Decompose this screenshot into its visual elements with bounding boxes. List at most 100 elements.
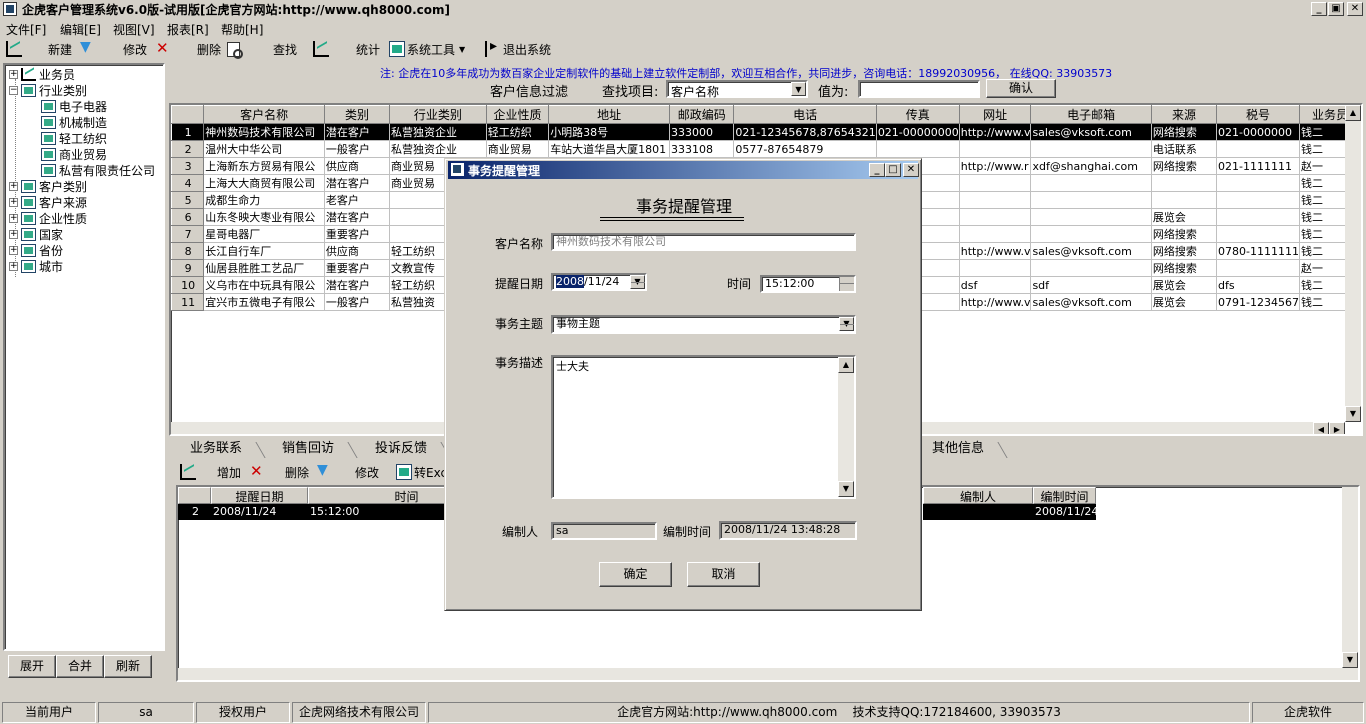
cell-type[interactable]: 一般客户 [323,140,391,158]
cell-rownum[interactable]: 9 [171,259,205,277]
cell-website[interactable] [958,174,1032,192]
tab-complaints[interactable]: 投诉反馈 [362,440,440,460]
cell-rownum[interactable]: 6 [171,208,205,226]
cell-name[interactable]: 上海新东方贸易有限公 [203,157,325,175]
cell-name[interactable]: 星哥电器厂 [203,225,325,243]
dialog-title-bar[interactable]: 事务提醒管理 _ □ ✕ [448,161,919,179]
tree-node-industry[interactable]: − 行业类别 [9,82,87,98]
cell-type[interactable]: 重要客户 [323,259,391,277]
sub-hscrollbar[interactable] [178,668,1358,680]
cell-website[interactable] [958,225,1032,243]
spinner-arrows-icon[interactable] [839,277,854,291]
menu-report[interactable]: 报表[R] [167,21,209,38]
cell-name[interactable]: 仙居县胜胜工艺品厂 [203,259,325,277]
expander-icon[interactable]: + [9,229,18,239]
cell-rownum[interactable]: 10 [171,276,205,294]
scroll-left-icon[interactable]: ◀ [1313,422,1329,434]
cell-email[interactable]: xdf@shanghai.com [1030,157,1152,175]
cell-source[interactable]: 网络搜索 [1150,157,1218,175]
scroll-up-icon[interactable]: ▲ [838,357,854,373]
cell-rownum[interactable]: 2 [171,140,205,158]
col-header-taxid[interactable]: 税号 [1216,105,1300,124]
cell-name[interactable]: 上海大大商贸有限公司 [203,174,325,192]
cell-website[interactable] [958,191,1032,209]
cell-taxid[interactable]: 021-0000000 [1216,123,1300,141]
cell-name[interactable]: 成都生命力 [203,191,325,209]
system-tools-button[interactable]: 系统工具 ▼ [389,40,465,58]
tab-sales-visit[interactable]: 销售回访 [269,440,347,460]
edit-button[interactable]: 修改 [123,39,171,58]
cell-source[interactable]: 展览会 [1150,276,1218,294]
cell-website[interactable]: http://www.v [958,242,1032,260]
tree-node-textile[interactable]: 轻工纺织 [41,130,107,146]
menu-file[interactable]: 文件[F] [6,21,46,38]
cell-website[interactable]: dsf [958,276,1032,294]
cell-type[interactable]: 老客户 [323,191,391,209]
collapse-icon[interactable]: − [9,85,18,95]
sub-delete-button[interactable]: 删除 [285,462,333,481]
tree-node-customer-type[interactable]: + 客户类别 [9,178,87,194]
cell-source[interactable]: 电话联系 [1150,140,1218,158]
close-button[interactable]: ✕ [1347,2,1363,16]
cell-postcode[interactable]: 333108 [669,140,735,158]
cancel-button[interactable]: 取消 [687,562,760,587]
cell-source[interactable] [1150,191,1218,209]
cell-source[interactable] [1150,174,1218,192]
scroll-right-icon[interactable]: ▶ [1329,422,1345,434]
cell-source[interactable]: 网络搜索 [1150,123,1218,141]
expander-icon[interactable]: + [9,213,18,223]
col-header-website[interactable]: 网址 [958,105,1032,124]
cell-email[interactable]: sales@vksoft.com [1030,123,1152,141]
col-header-phone[interactable]: 电话 [733,105,877,124]
sub-edit-button[interactable]: 修改 [355,463,379,481]
cell-rownum[interactable]: 1 [171,123,205,141]
tree-node-trade[interactable]: 商业贸易 [41,146,107,162]
tree-node-province[interactable]: + 省份 [9,242,63,258]
cell-fax[interactable] [875,140,960,158]
cell-type[interactable]: 一般客户 [323,293,391,311]
cell-source[interactable]: 网络搜索 [1150,225,1218,243]
cell-email[interactable]: sales@vksoft.com [1030,293,1152,311]
cell-email[interactable] [1030,259,1152,277]
cell-address[interactable]: 车站大道华昌大厦1801 [548,140,671,158]
sub-row-date[interactable]: 2008/11/24 [211,504,308,520]
col-header-fax[interactable]: 传真 [875,105,960,124]
sub-chart-icon[interactable] [180,463,196,481]
expander-icon[interactable]: + [9,245,18,255]
cell-email[interactable] [1030,191,1152,209]
cell-website[interactable] [958,140,1032,158]
dialog-minimize-button[interactable]: _ [869,163,885,177]
scroll-down-icon[interactable]: ▼ [1342,652,1358,668]
cell-rownum[interactable]: 4 [171,174,205,192]
cell-website[interactable]: http://www.r [958,157,1032,175]
cell-name[interactable]: 山东冬映大枣业有限公 [203,208,325,226]
dialog-close-button[interactable]: ✕ [903,163,919,177]
sub-export-button[interactable]: 转Exc [396,463,447,481]
cell-name[interactable]: 宜兴市五微电子有限公 [203,293,325,311]
col-header-nature[interactable]: 企业性质 [485,105,550,124]
refresh-button[interactable]: 刷新 [104,655,152,678]
tab-business-contact[interactable]: 业务联系 [177,440,255,460]
ok-button[interactable]: 确定 [599,562,672,587]
grid-vscrollbar[interactable]: ▲ ▼ [1345,105,1361,422]
sub-col-header-edit-time[interactable]: 编制时间 [1033,487,1096,504]
dialog-maximize-button[interactable]: □ [885,163,901,177]
time-spinner[interactable]: 15:12:00 [760,275,856,293]
filter-confirm-button[interactable]: 确认 [986,79,1056,98]
tree-node-salesman[interactable]: + 业务员 [9,66,75,82]
cell-taxid[interactable] [1216,174,1300,192]
cell-rownum[interactable]: 5 [171,191,205,209]
table-row[interactable]: 2 温州大中华公司 一般客户 私营独资企业 商业贸易 车站大道华昌大厦1801 333108… [171,140,1361,158]
tree-node-private-ltd[interactable]: 私营有限责任公司 [41,162,155,178]
cell-email[interactable]: sdf [1030,276,1152,294]
cell-taxid[interactable]: 021-1111111 [1216,157,1300,175]
menu-edit[interactable]: 编辑[E] [60,21,101,38]
expand-button[interactable]: 展开 [8,655,56,678]
cell-email[interactable] [1030,208,1152,226]
col-header-type[interactable]: 类别 [323,105,391,124]
col-header-email[interactable]: 电子邮箱 [1030,105,1152,124]
find-button[interactable]: 查找 [273,40,330,58]
cell-type[interactable]: 重要客户 [323,225,391,243]
stats-button[interactable]: 统计 [356,40,380,58]
scroll-up-icon[interactable]: ▲ [1345,105,1361,121]
